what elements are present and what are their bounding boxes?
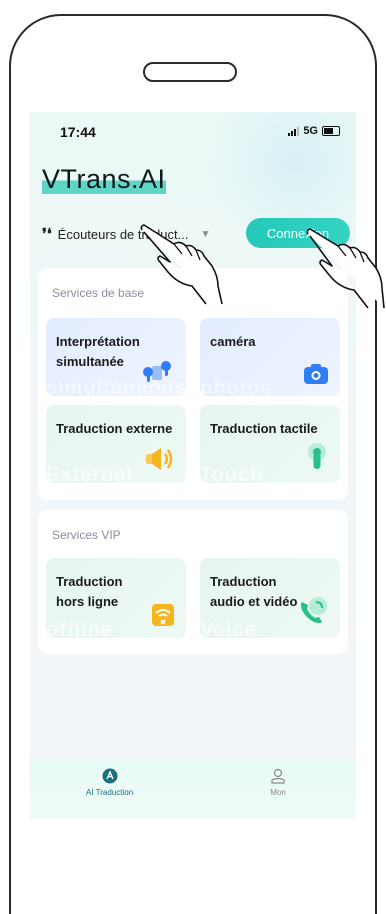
tile-label: Traduction externe	[56, 421, 173, 436]
battery-icon	[322, 126, 340, 136]
app-title-text: VTrans.AI	[42, 164, 166, 194]
app-screen: 17:44 5G VTrans.AI ❜❛ Écouteurs de tradu…	[30, 112, 356, 819]
tab-label: AI Traduction	[86, 788, 134, 797]
pointing-hand-icon	[140, 224, 223, 305]
touch-icon	[308, 443, 326, 469]
status-indicators: 5G	[288, 125, 340, 137]
vip-services-title: Services VIP	[52, 528, 121, 542]
tile-watermark: offline	[46, 619, 113, 638]
earbuds-icon: ❜❛	[42, 226, 52, 243]
tile-watermark: Touch	[200, 464, 264, 483]
offline-wifi-icon	[152, 604, 174, 626]
ai-translation-icon	[102, 768, 118, 784]
tile-external-translation[interactable]: External Traduction externe	[46, 405, 186, 483]
signal-icon	[288, 126, 300, 136]
tile-simultaneous-interpretation[interactable]: simultaneous Interprétation simultanée	[46, 318, 186, 396]
tab-ai-translation[interactable]: AI Traduction	[86, 768, 133, 797]
camera-icon	[304, 364, 328, 384]
basic-services-title: Services de base	[52, 286, 145, 300]
tab-profile[interactable]: Mon	[270, 768, 286, 797]
tile-label: caméra	[210, 334, 256, 349]
tile-camera[interactable]: photos caméra	[200, 318, 340, 396]
status-time: 17:44	[60, 124, 96, 140]
tile-label: Traduction hors ligne	[56, 574, 123, 609]
tile-watermark: photos	[200, 377, 273, 396]
tile-label: Traduction tactile	[210, 421, 318, 436]
user-icon	[271, 768, 285, 784]
phone-speaker	[143, 62, 237, 82]
tile-label: Traduction audio et vidéo	[210, 574, 298, 609]
tile-touch-translation[interactable]: Touch Traduction tactile	[200, 405, 340, 483]
network-label: 5G	[303, 125, 318, 137]
tile-offline-translation[interactable]: offline Traduction hors ligne	[46, 558, 186, 638]
vip-services-card: Services VIP offline Traduction hors lig…	[38, 510, 348, 654]
bottom-tab-bar: AI Traduction Mon	[30, 760, 356, 819]
phone-call-icon	[301, 597, 327, 623]
tile-watermark: External	[46, 464, 133, 483]
tile-audio-video-translation[interactable]: Voice Traduction audio et vidéo	[200, 558, 340, 638]
pointing-hand-icon	[306, 228, 385, 309]
speaker-icon	[146, 448, 173, 470]
earbuds-icon	[143, 361, 171, 382]
app-title: VTrans.AI	[42, 164, 166, 195]
tab-label: Mon	[270, 788, 286, 797]
tile-watermark: Voice	[200, 619, 257, 638]
